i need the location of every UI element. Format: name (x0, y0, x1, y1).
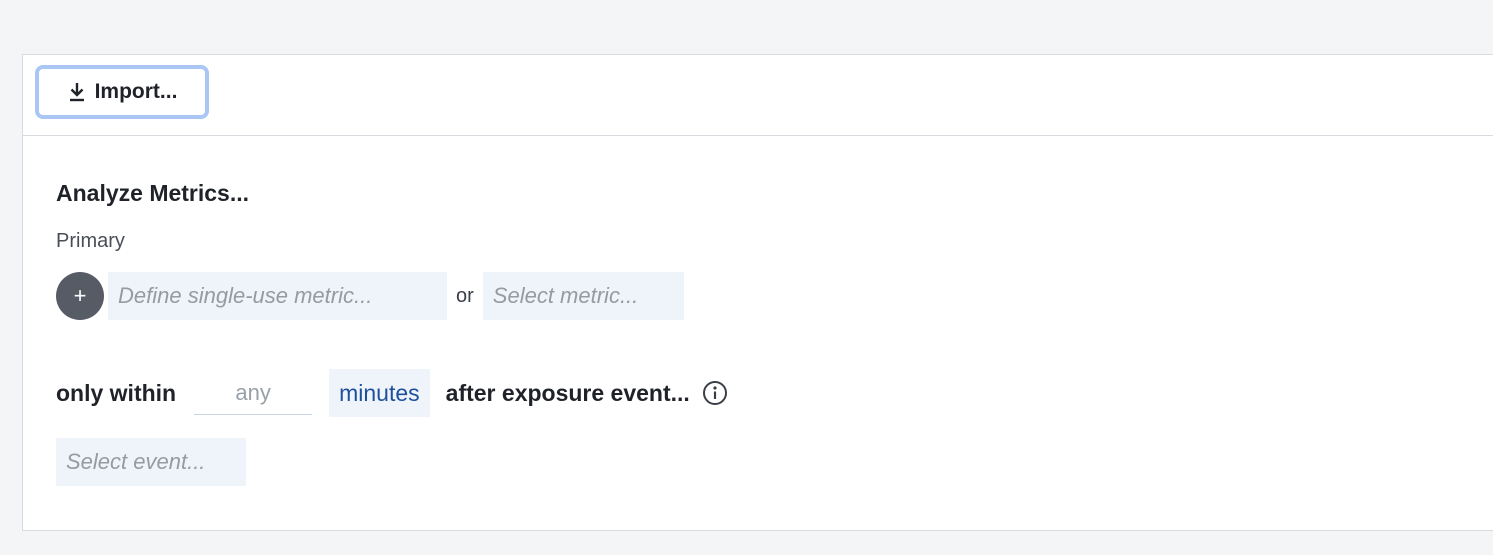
or-separator: or (456, 284, 474, 307)
window-amount-input[interactable] (194, 371, 313, 415)
import-button-label: Import... (94, 80, 178, 103)
toolbar: Import... (23, 55, 1493, 136)
section-title: Analyze Metrics... (56, 180, 250, 206)
download-icon (69, 83, 84, 102)
metrics-panel: Import... Analyze Metrics... Primary + D… (22, 54, 1493, 531)
select-metric-picker[interactable]: Select metric... (482, 272, 684, 320)
define-metric-picker[interactable]: Define single-use metric... (108, 272, 447, 320)
import-button[interactable]: Import... (35, 65, 209, 119)
import-button-content: Import... (67, 80, 178, 104)
plus-icon: + (73, 283, 87, 308)
exposure-window-row: only within minutes after exposure event… (56, 369, 728, 417)
after-exposure-label: after exposure event... (445, 379, 690, 406)
primary-metric-row: + Define single-use metric... or Select … (56, 272, 684, 320)
only-within-label: only within (56, 379, 177, 406)
primary-label: Primary (56, 230, 125, 252)
info-icon[interactable] (702, 380, 728, 406)
add-metric-button[interactable]: + (56, 272, 104, 320)
window-unit-select[interactable]: minutes (329, 369, 430, 417)
select-event-picker[interactable]: Select event... (56, 438, 246, 486)
